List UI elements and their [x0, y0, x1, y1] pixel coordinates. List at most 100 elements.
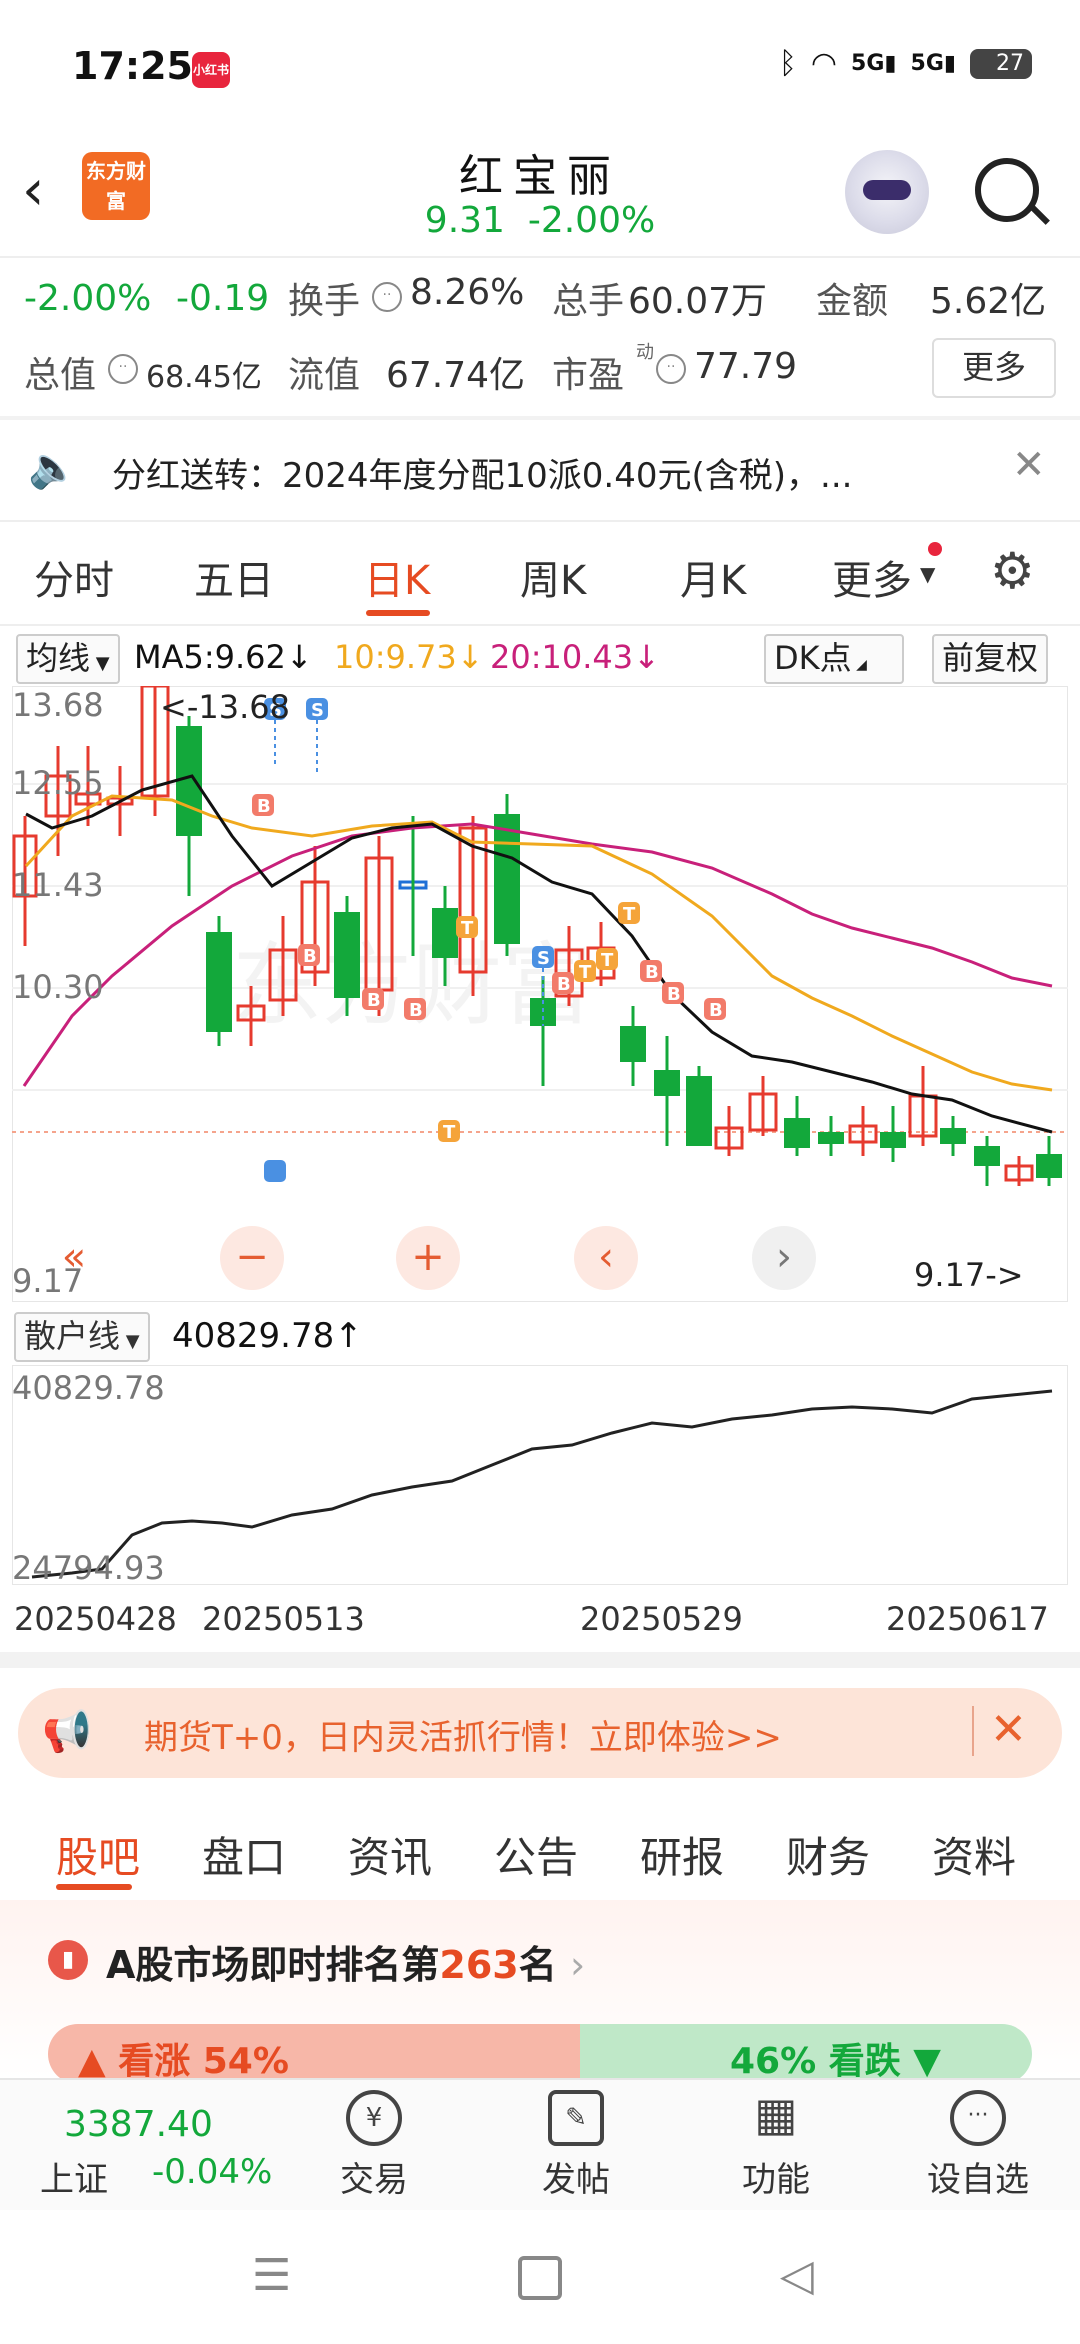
svg-text:B: B: [257, 796, 271, 817]
zoom-out-button[interactable]: −: [220, 1226, 284, 1290]
float-value: 67.74亿: [386, 355, 526, 396]
tab-daily-k[interactable]: 日K: [364, 548, 430, 606]
dropdown-icon: ▼: [120, 1331, 140, 1352]
dk-point-select[interactable]: DK点 ◢: [764, 634, 904, 684]
quote-panel: -2.00% -0.19 换手 ·· 8.26% 总手 60.07万 金额 5.…: [0, 258, 1080, 416]
sell-marker-s2-label: S: [311, 700, 324, 721]
turnover-label: 换手: [288, 281, 361, 322]
ma20-value: 20:10.43↓: [490, 638, 660, 676]
ma5-value: MA5:9.62↓: [134, 638, 313, 676]
svg-text:T: T: [443, 1122, 456, 1143]
svg-text:T: T: [601, 950, 614, 971]
change-abs: -0.19: [176, 278, 270, 319]
stock-header: ‹ 东方财富 红宝丽 9.31 -2.00%: [0, 140, 1080, 258]
home-square-icon[interactable]: [518, 2256, 562, 2300]
settings-gear-icon[interactable]: ⚙: [990, 542, 1035, 600]
ma-type-select[interactable]: 均线 ▼: [16, 634, 120, 684]
tab-monthly-k[interactable]: 月K: [680, 548, 746, 606]
indicator-name: 散户线: [24, 1317, 121, 1355]
y-label-3: 10.30: [12, 968, 104, 1006]
rank-suffix: 名: [518, 1943, 557, 1987]
up-arrow-icon: ▲: [78, 2041, 119, 2082]
nav-trade-label: 交易: [340, 2160, 408, 2200]
svg-text:B: B: [645, 962, 659, 983]
tab-research[interactable]: 研报: [640, 1824, 724, 1885]
header-change-pct: -2.00%: [527, 200, 656, 241]
more-quote-button[interactable]: 更多: [932, 338, 1056, 398]
svg-text:B: B: [303, 946, 317, 967]
futures-ad-banner[interactable]: 📢 期货T+0，日内灵活抓行情！立即体验>> ✕: [18, 1688, 1062, 1778]
nav-functions-label: 功能: [742, 2160, 810, 2200]
tab-guba[interactable]: 股吧: [56, 1824, 140, 1885]
corner-arrow-icon: ◢: [851, 657, 867, 673]
bearish-label: 46% 看跌: [730, 2041, 901, 2082]
index-value[interactable]: 3387.40: [64, 2104, 213, 2145]
chevron-right-icon[interactable]: ›: [752, 1226, 816, 1290]
dk-label: DK点: [774, 639, 852, 677]
tab-weekly-k[interactable]: 周K: [520, 548, 586, 606]
header-price: 9.31: [424, 200, 505, 241]
section-gap: [0, 1652, 1080, 1668]
nav-functions[interactable]: ▦ 功能: [706, 2090, 846, 2201]
tab-five-day[interactable]: 五日: [194, 548, 274, 606]
tab-profile[interactable]: 资料: [932, 1824, 1016, 1885]
change-pct: -2.00%: [24, 278, 152, 319]
down-arrow-icon: ▼: [900, 2041, 941, 2082]
dividend-notice[interactable]: 🔈 分红送转：2024年度分配10派0.40元(含税)，... ✕: [0, 420, 1080, 520]
ad-text: 期货T+0，日内灵活抓行情！立即体验>>: [144, 1718, 782, 1758]
bullish-bar[interactable]: ▲ 看涨 54%: [48, 2024, 588, 2084]
svg-text:B: B: [667, 984, 681, 1005]
adjust-button[interactable]: 前复权: [932, 634, 1049, 684]
tab-pankou[interactable]: 盘口: [202, 1824, 286, 1885]
sell-marker: [264, 1160, 286, 1182]
tab-announcements[interactable]: 公告: [494, 1824, 578, 1885]
xiaohongshu-notification-icon: 小红书: [192, 52, 230, 88]
close-icon[interactable]: ✕: [990, 1704, 1027, 1755]
rank-chart-icon: ▮: [48, 1940, 88, 1980]
amount-label: 金额: [816, 281, 889, 322]
mktcap-label: 总值: [24, 355, 97, 396]
nav-post[interactable]: ✎ 发帖: [506, 2090, 646, 2201]
bearish-bar[interactable]: 46% 看跌 ▼: [580, 2024, 1032, 2084]
date-label-1: 20250513: [202, 1600, 365, 1638]
tab-intraday[interactable]: 分时: [34, 548, 114, 606]
notification-dot: [928, 542, 942, 556]
rewind-double-left-icon[interactable]: «: [42, 1226, 106, 1290]
tab-more[interactable]: 更多: [832, 548, 912, 606]
info-icon-mktcap[interactable]: ··: [108, 354, 138, 384]
search-icon[interactable]: [975, 158, 1039, 222]
back-triangle-icon[interactable]: ◁: [780, 2250, 814, 2301]
candlestick-chart[interactable]: 东方财富 S S S BBB B BBBB TTTTT 13.68 12.55 …: [12, 686, 1068, 1302]
tab-finance[interactable]: 财务: [786, 1824, 870, 1885]
date-label-2: 20250529: [580, 1600, 743, 1638]
date-label-0: 20250428: [14, 1600, 177, 1638]
volume-value: 60.07万: [628, 281, 768, 322]
wifi-icon: ◠: [810, 46, 838, 81]
battery-icon: 27: [970, 48, 1032, 79]
status-bar: 17:25 小红书 ᛒ ◠ 5G▮ 5G▮ 27: [0, 0, 1080, 140]
yen-cycle-icon: ¥: [346, 2090, 402, 2146]
more-dropdown-icon: ▼: [920, 562, 936, 586]
pe-label: 市盈: [552, 355, 625, 396]
index-change[interactable]: -0.04%: [152, 2152, 272, 2192]
nav-trade[interactable]: ¥ 交易: [304, 2090, 444, 2201]
index-name[interactable]: 上证: [40, 2152, 108, 2201]
info-icon[interactable]: ··: [372, 282, 402, 312]
bottom-nav: 3387.40 上证 -0.04% ¥ 交易 ✎ 发帖 ▦ 功能 ··· 设自选: [0, 2078, 1080, 2212]
grid-icon: ▦: [754, 2087, 798, 2141]
chevron-left-icon[interactable]: ‹: [574, 1226, 638, 1290]
svg-text:T: T: [623, 904, 636, 925]
menu-icon[interactable]: ☰: [252, 2250, 291, 2301]
amount-value: 5.62亿: [930, 281, 1047, 322]
tab-news[interactable]: 资讯: [348, 1824, 432, 1885]
more-dots-icon: ···: [950, 2090, 1006, 2146]
nav-add-watchlist[interactable]: ··· 设自选: [908, 2090, 1048, 2201]
zoom-in-button[interactable]: +: [396, 1226, 460, 1290]
close-icon[interactable]: ✕: [1012, 442, 1046, 488]
indicator-select[interactable]: 散户线 ▼: [14, 1312, 150, 1362]
market-rank-card[interactable]: ▮ A股市场即时排名第263名 › ▲ 看涨 54% 46% 看跌 ▼: [0, 1900, 1080, 2084]
ai-robot-avatar-icon[interactable]: [845, 150, 929, 234]
active-tab-indicator: [366, 610, 430, 616]
info-icon-pe[interactable]: ··: [656, 354, 686, 384]
period-tabs: 分时 五日 日K 周K 月K 更多 ▼ ⚙: [0, 522, 1080, 622]
